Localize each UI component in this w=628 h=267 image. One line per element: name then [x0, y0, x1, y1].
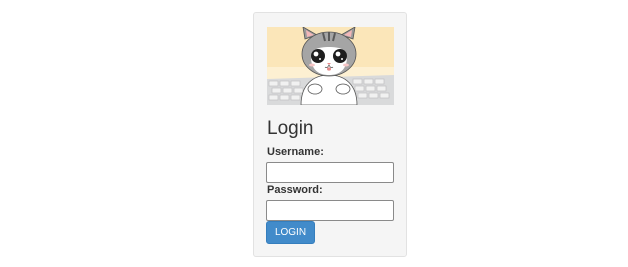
password-label: Password: [267, 184, 323, 196]
login-title: Login [267, 118, 314, 139]
password-input[interactable] [266, 200, 394, 221]
login-button[interactable]: LOGIN [266, 221, 315, 244]
kitten-banner-image [267, 27, 394, 105]
username-input[interactable] [266, 162, 394, 183]
username-label: Username: [267, 146, 324, 158]
login-panel: Login Username: Password: LOGIN [253, 12, 407, 257]
